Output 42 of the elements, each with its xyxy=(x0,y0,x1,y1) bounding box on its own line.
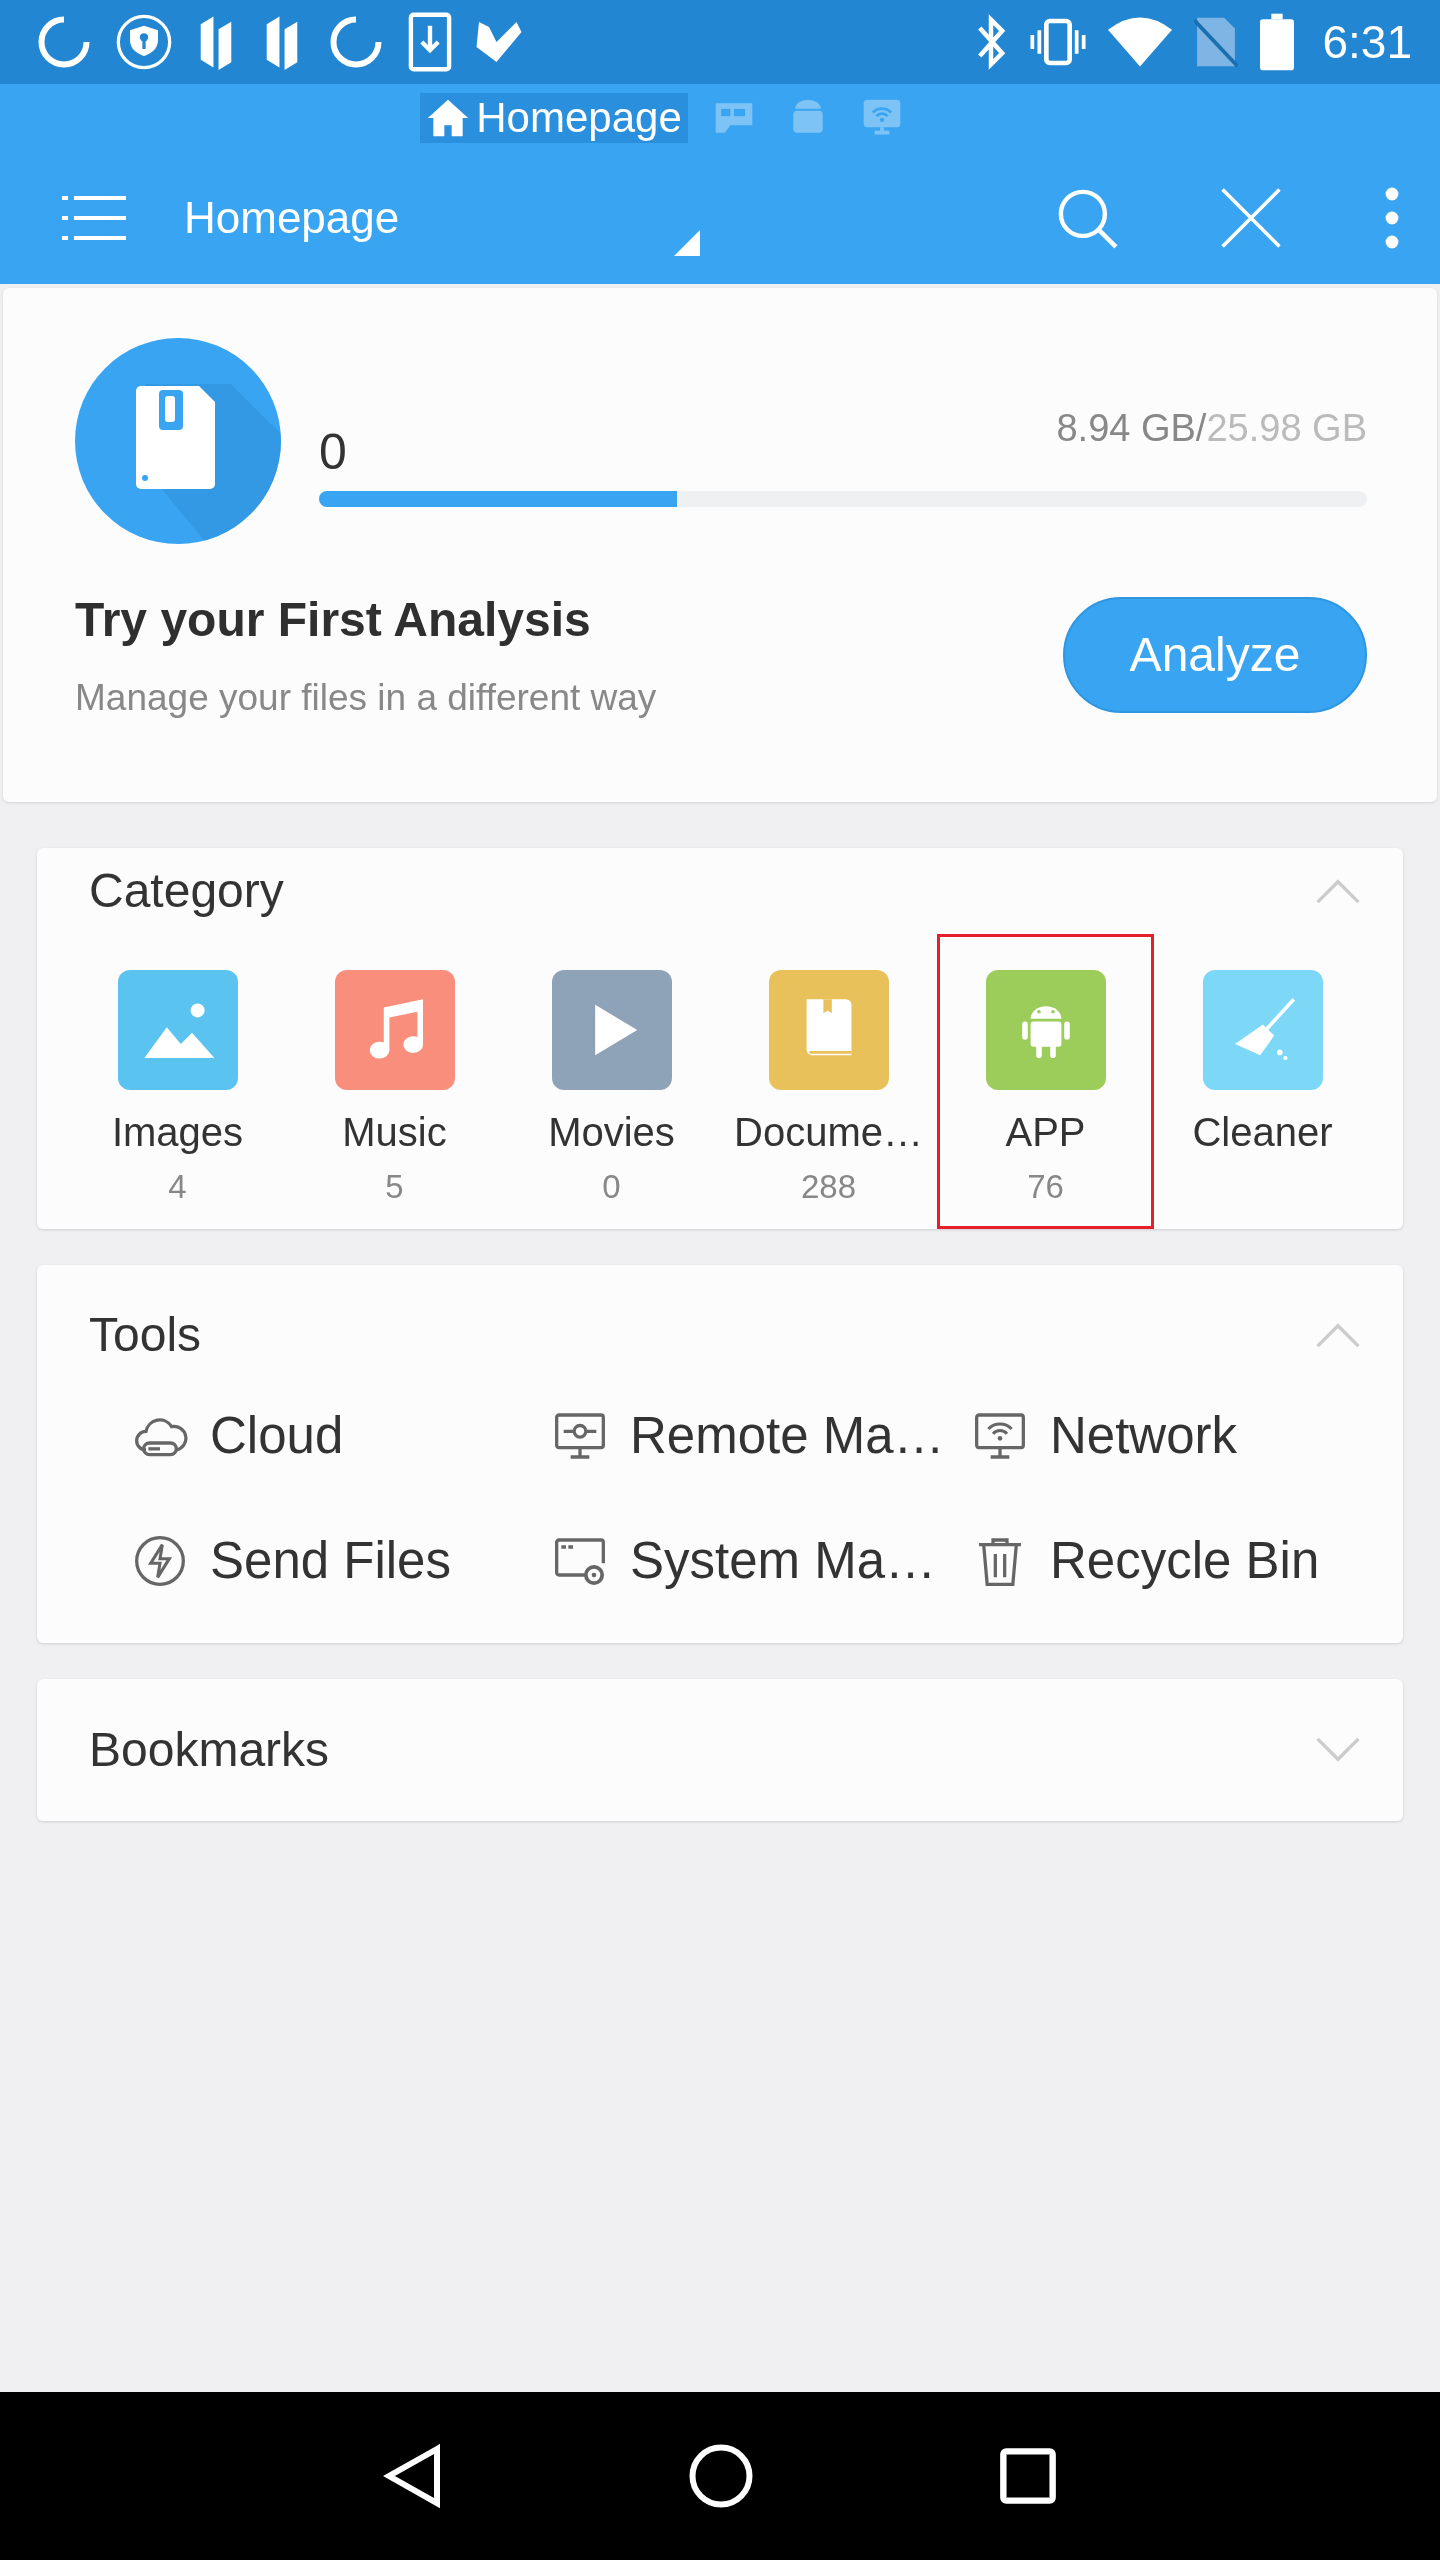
category-item[interactable]: Images 4 xyxy=(69,934,286,1229)
image-icon xyxy=(117,970,238,1090)
download-icon xyxy=(408,12,452,72)
toolbar-title: Homepage xyxy=(184,192,400,244)
shield-icon xyxy=(116,14,172,70)
wifi-icon xyxy=(1108,17,1173,67)
vibrate-icon xyxy=(1030,17,1087,67)
section-title: Category xyxy=(89,863,284,919)
recents-button[interactable] xyxy=(999,2447,1058,2505)
broom-icon xyxy=(1202,970,1323,1090)
tool-item[interactable]: Recycle Bin xyxy=(972,1530,1392,1592)
section-title: Tools xyxy=(89,1307,202,1363)
music-note-icon xyxy=(334,970,455,1090)
storage-usage: 8.94 GB/25.98 GB xyxy=(1056,405,1367,451)
home-button[interactable] xyxy=(688,2443,754,2509)
storage-count: 0 xyxy=(319,426,347,477)
tool-item[interactable]: Network xyxy=(972,1405,1392,1467)
menu-button[interactable] xyxy=(62,193,126,243)
more-options-button[interactable] xyxy=(1384,186,1400,250)
tool-item[interactable]: Cloud xyxy=(132,1405,552,1467)
play-icon xyxy=(551,970,672,1090)
no-sim-icon xyxy=(1194,15,1239,69)
back-button[interactable] xyxy=(382,2443,443,2509)
battery-icon xyxy=(1260,13,1295,71)
close-button[interactable] xyxy=(1220,187,1282,249)
category-item[interactable]: Cleaner xyxy=(1154,934,1371,1229)
category-item[interactable]: Music 5 xyxy=(286,934,503,1229)
category-item[interactable]: Docume… 288 xyxy=(720,934,937,1229)
category-item[interactable]: APP 76 xyxy=(937,934,1154,1229)
analysis-subtitle: Manage your files in a different way xyxy=(75,676,657,720)
tool-item[interactable]: System Ma… xyxy=(552,1530,972,1592)
collapse-chevron-icon[interactable] xyxy=(1315,1322,1361,1348)
analysis-title: Try your First Analysis xyxy=(75,592,592,648)
tool-item[interactable]: Send Files xyxy=(132,1530,552,1592)
clock: 6:31 xyxy=(1322,14,1412,70)
section-title: Bookmarks xyxy=(89,1722,330,1779)
category-item[interactable]: Movies 0 xyxy=(503,934,720,1229)
expand-chevron-icon[interactable] xyxy=(1315,1737,1361,1764)
tool-item[interactable]: Remote Ma… xyxy=(552,1405,972,1467)
collapse-chevron-icon[interactable] xyxy=(1315,878,1361,904)
dropdown-triangle-icon[interactable] xyxy=(674,230,701,256)
book-icon xyxy=(768,970,889,1090)
